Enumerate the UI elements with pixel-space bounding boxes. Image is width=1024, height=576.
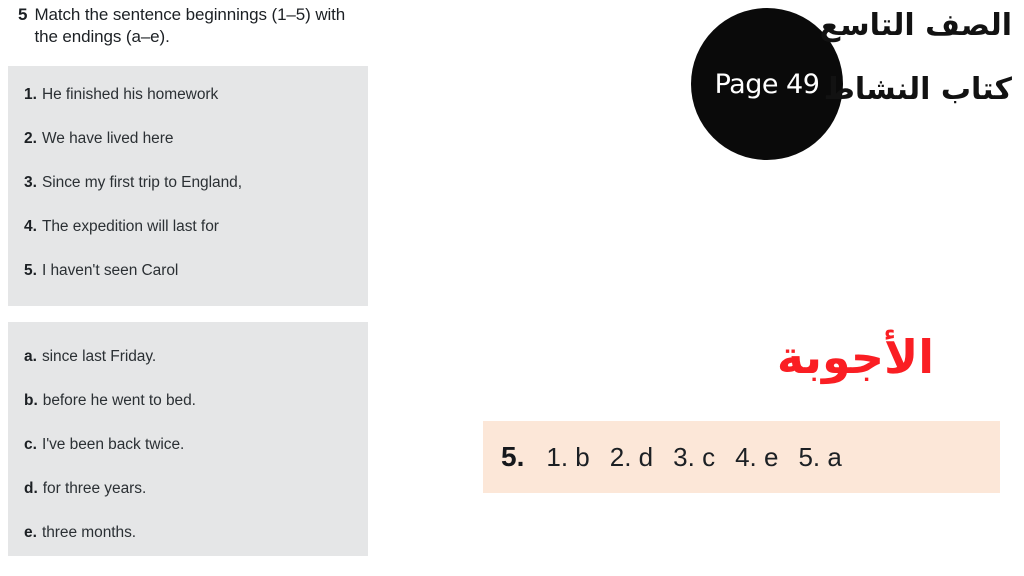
list-item: 2. We have lived here bbox=[24, 130, 358, 148]
answer-pair-label: 1. bbox=[546, 441, 569, 472]
sentence-endings-list: a. since last Friday. b. before he went … bbox=[24, 322, 358, 556]
list-item-text: The expedition will last for bbox=[41, 218, 219, 235]
list-item: d. for three years. bbox=[24, 480, 358, 498]
answer-pair-label: 4. bbox=[735, 441, 757, 472]
list-item-text: He finished his homework bbox=[41, 86, 219, 103]
page-badge-label: Page 49 bbox=[714, 68, 820, 100]
list-item: a. since last Friday. bbox=[24, 348, 358, 366]
list-item-text: We have lived here bbox=[41, 130, 174, 147]
grade-label: الصف التاسع bbox=[819, 8, 1012, 43]
list-item-text: before he went to bed. bbox=[42, 392, 196, 409]
list-item-marker: b. bbox=[24, 392, 38, 409]
list-item: c. I've been back twice. bbox=[24, 436, 358, 454]
list-item: 3. Since my first trip to England, bbox=[24, 174, 358, 192]
exercise-instruction: Match the sentence beginnings (1–5) with… bbox=[34, 5, 346, 46]
book-label: كتاب النشاط bbox=[823, 72, 1012, 107]
list-item-marker: 3. bbox=[24, 174, 37, 191]
list-item-marker: 5. bbox=[24, 262, 37, 279]
answer-pair-value: d bbox=[638, 441, 654, 472]
sentence-beginnings-list: 1. He finished his homework 2. We have l… bbox=[24, 66, 358, 306]
answer-pair-value: e bbox=[763, 441, 779, 472]
list-item: b. before he went to bed. bbox=[24, 392, 358, 410]
list-item-marker: d. bbox=[24, 480, 38, 497]
answer-pair-label: 2. bbox=[609, 441, 632, 472]
list-item-text: for three years. bbox=[42, 480, 147, 497]
sentence-beginnings-box: 1. He finished his homework 2. We have l… bbox=[8, 66, 368, 306]
list-item-marker: a. bbox=[24, 348, 37, 365]
answer-pair-value: a bbox=[827, 441, 842, 472]
answer-pairs: 1. b 2. d 3. c 4. e 5. a bbox=[546, 442, 841, 473]
answer-pair-label: 3. bbox=[673, 441, 695, 472]
list-item-marker: 4. bbox=[24, 218, 37, 235]
answer-pair: 1. b bbox=[546, 442, 589, 473]
list-item-text: three months. bbox=[41, 524, 137, 541]
exercise-heading: 5 Match the sentence beginnings (1–5) wi… bbox=[18, 4, 358, 47]
list-item-marker: c. bbox=[24, 436, 37, 453]
list-item-text: I've been back twice. bbox=[41, 436, 185, 453]
exercise-number: 5 bbox=[18, 5, 28, 24]
list-item-marker: e. bbox=[24, 524, 37, 541]
list-item-text: since last Friday. bbox=[41, 348, 157, 365]
list-item: 4. The expedition will last for bbox=[24, 218, 358, 236]
answer-pair: 3. c bbox=[673, 442, 715, 473]
list-item-text: I haven't seen Carol bbox=[41, 262, 179, 279]
answer-pair: 2. d bbox=[610, 442, 653, 473]
list-item: e. three months. bbox=[24, 524, 358, 542]
answer-pair-value: b bbox=[575, 441, 590, 472]
list-item: 5. I haven't seen Carol bbox=[24, 262, 358, 280]
worksheet-page: 5 Match the sentence beginnings (1–5) wi… bbox=[0, 0, 1024, 576]
answer-exercise-number: 5. bbox=[501, 441, 525, 472]
list-item-marker: 1. bbox=[24, 86, 37, 103]
list-item-text: Since my first trip to England, bbox=[41, 174, 242, 191]
list-item-marker: 2. bbox=[24, 130, 37, 147]
answer-pair-value: c bbox=[702, 441, 716, 472]
answer-pair: 4. e bbox=[735, 442, 778, 473]
answer-pair-label: 5. bbox=[798, 441, 821, 472]
exercise-column: 5 Match the sentence beginnings (1–5) wi… bbox=[0, 0, 400, 576]
list-item: 1. He finished his homework bbox=[24, 86, 358, 104]
sentence-endings-box: a. since last Friday. b. before he went … bbox=[8, 322, 368, 556]
answer-key-box: 5. 1. b 2. d 3. c 4. e 5. a bbox=[483, 421, 1000, 493]
answer-pair: 5. a bbox=[798, 442, 841, 473]
answers-title: الأجوبة bbox=[776, 330, 934, 384]
